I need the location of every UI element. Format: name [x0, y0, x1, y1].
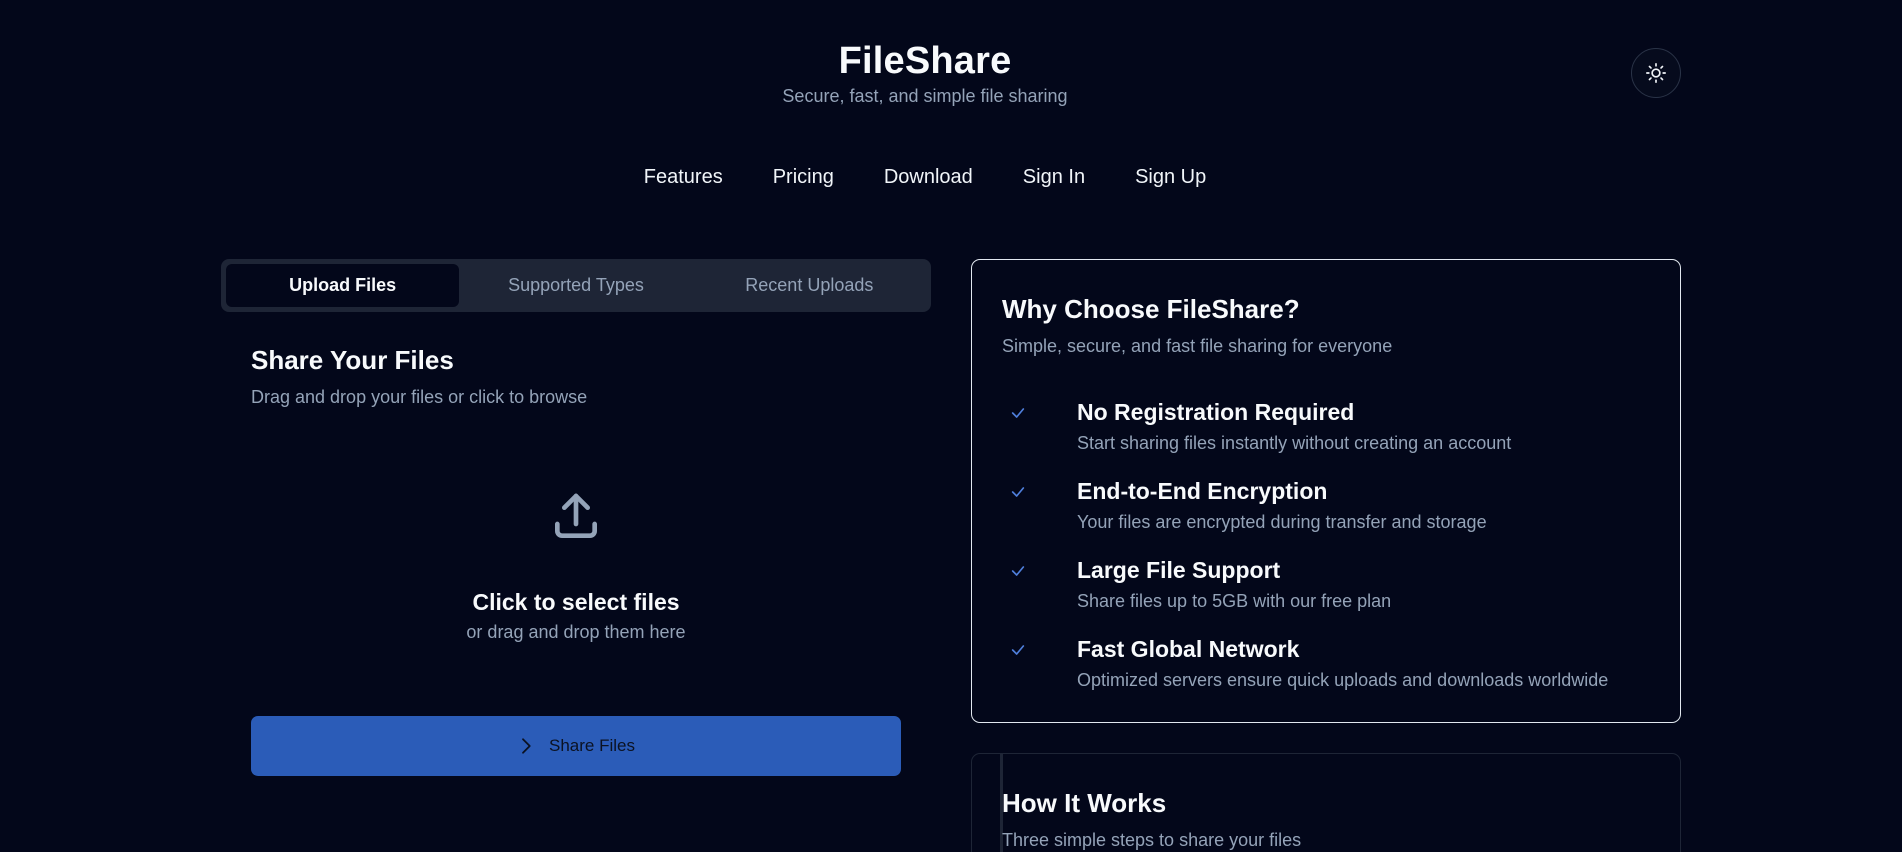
chevron-right-icon: [522, 738, 531, 754]
share-files-button[interactable]: Share Files: [251, 716, 901, 776]
sun-icon: [1646, 63, 1666, 83]
nav-sign-in-link[interactable]: Sign In: [998, 163, 1110, 191]
check-icon: [1011, 408, 1025, 418]
feature-description: Share files up to 5GB with our free plan: [1077, 591, 1392, 611]
tab-supported-types[interactable]: Supported Types: [459, 264, 692, 307]
app-subtitle: Secure, fast, and simple file sharing: [782, 86, 1068, 106]
theme-toggle-button[interactable]: [1631, 48, 1681, 98]
feature-description: Optimized servers ensure quick uploads a…: [1077, 670, 1609, 690]
tab-recent-uploads[interactable]: Recent Uploads: [693, 264, 926, 307]
page: FileShare Secure, fast, and simple file …: [0, 0, 1902, 852]
why-choose-card: Why Choose FileShare? Simple, secure, an…: [971, 259, 1681, 723]
why-choose-title: Why Choose FileShare?: [1002, 294, 1300, 324]
file-dropzone[interactable]: Click to select files or drag and drop t…: [251, 470, 901, 660]
share-section-title: Share Your Files: [251, 345, 454, 375]
share-files-label: Share Files: [549, 736, 635, 755]
how-it-works-subtitle: Three simple steps to share your files: [1002, 830, 1302, 850]
dropzone-subtitle: or drag and drop them here: [466, 622, 686, 642]
feature-title: Large File Support: [1077, 557, 1281, 583]
check-icon: [1011, 487, 1025, 497]
upload-tabs: Upload Files Supported Types Recent Uplo…: [221, 259, 931, 312]
nav-download-link[interactable]: Download: [859, 163, 998, 191]
app-title: FileShare: [838, 40, 1012, 82]
why-choose-subtitle: Simple, secure, and fast file sharing fo…: [1002, 336, 1393, 356]
upload-icon: [555, 493, 597, 538]
feature-description: Your files are encrypted during transfer…: [1077, 512, 1487, 532]
nav-features-link[interactable]: Features: [619, 163, 748, 191]
feature-title: Fast Global Network: [1077, 636, 1300, 662]
brand-header: FileShare Secure, fast, and simple file …: [0, 38, 1850, 107]
feature-title: No Registration Required: [1077, 399, 1355, 425]
check-icon: [1011, 645, 1025, 655]
feature-title: End-to-End Encryption: [1077, 478, 1328, 504]
share-section-description: Drag and drop your files or click to bro…: [251, 387, 588, 407]
nav-pricing-link[interactable]: Pricing: [748, 163, 859, 191]
feature-description: Start sharing files instantly without cr…: [1077, 433, 1512, 453]
check-icon: [1011, 566, 1025, 576]
tab-upload-files[interactable]: Upload Files: [226, 264, 460, 307]
how-it-works-title: How It Works: [1002, 788, 1167, 818]
top-nav: Features Pricing Download Sign In Sign U…: [0, 163, 1850, 191]
dropzone-title: Click to select files: [472, 589, 680, 615]
how-it-works-card: How It Works Three simple steps to share…: [971, 753, 1681, 852]
nav-sign-up-link[interactable]: Sign Up: [1110, 163, 1231, 191]
